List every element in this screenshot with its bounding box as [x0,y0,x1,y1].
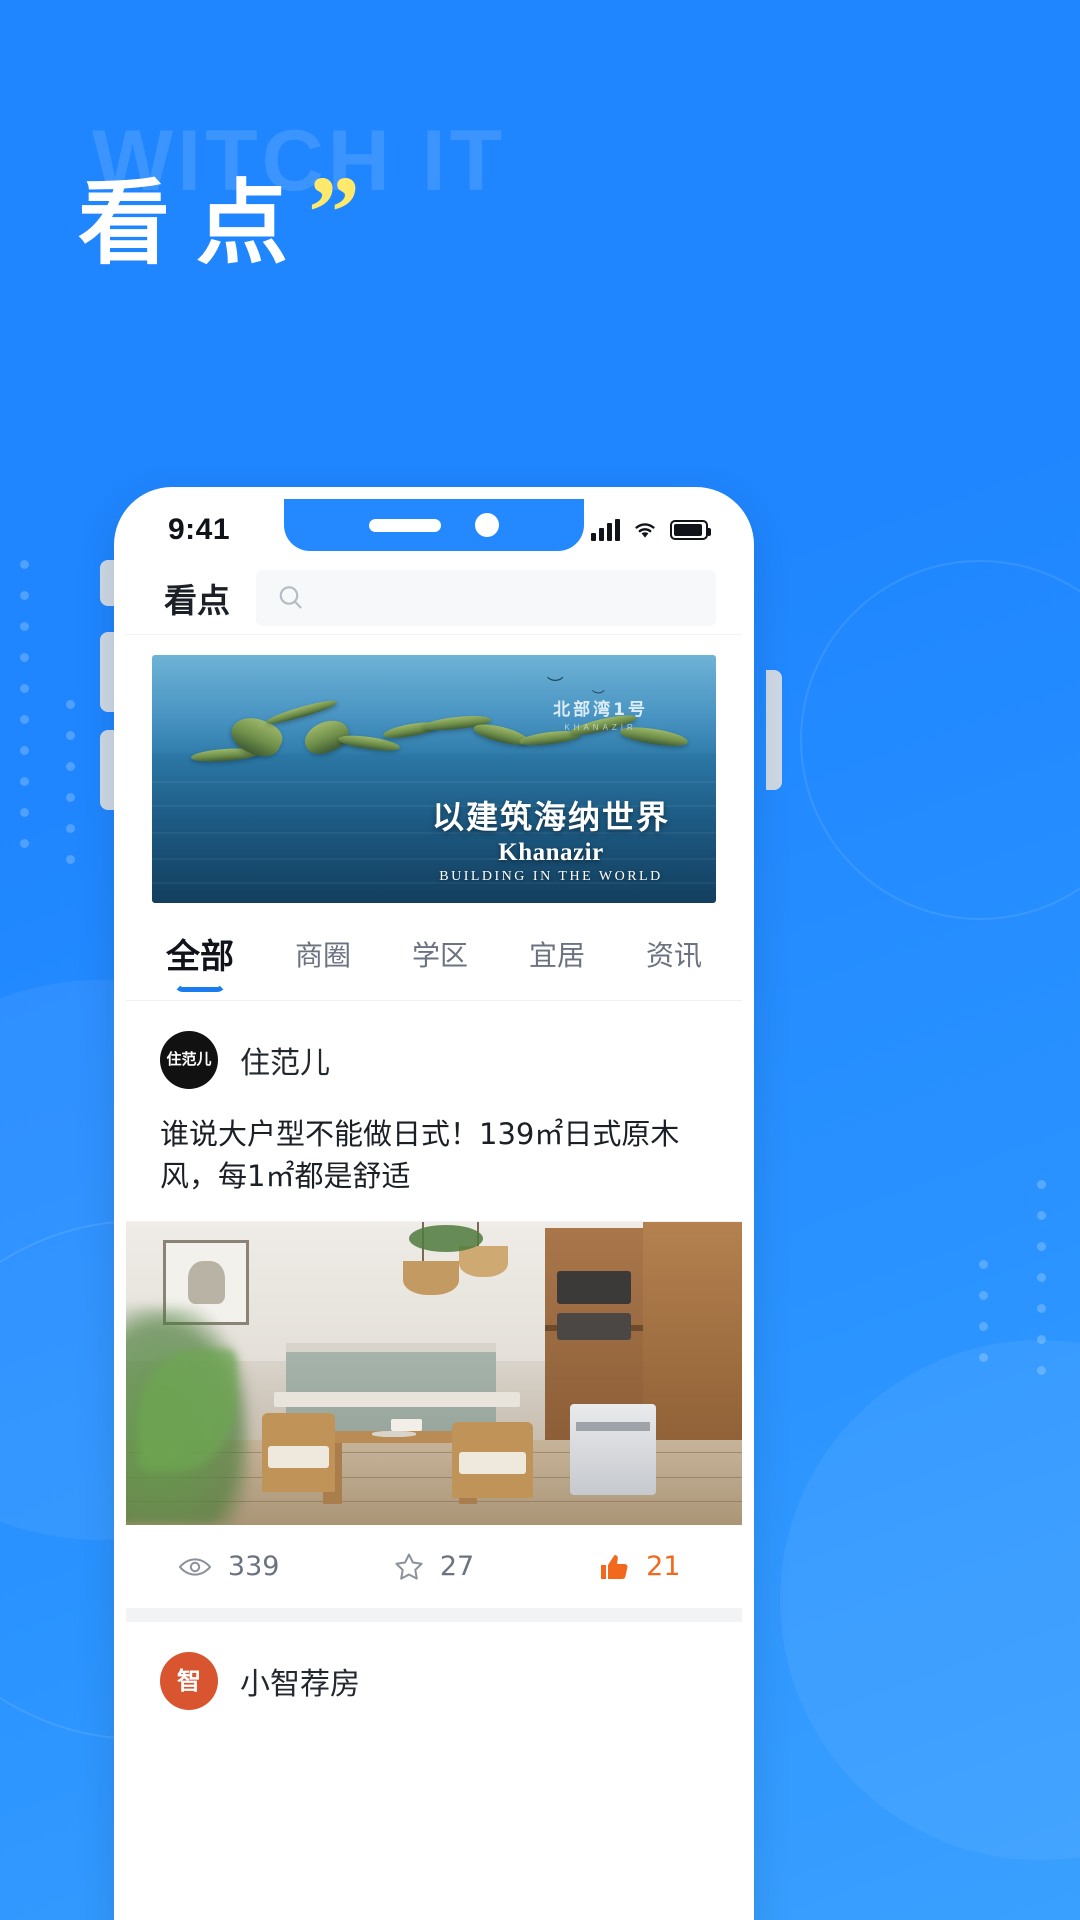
decorative-dots [20,560,29,870]
decorative-dots [1037,1180,1046,1397]
banner-logo-cn: 北部湾1号 [553,700,648,720]
tab-school-district[interactable]: 学区 [406,934,474,996]
tab-label: 商圈 [294,938,351,972]
avatar[interactable]: 智 [160,1652,218,1711]
star-icon [395,1553,423,1580]
eye-icon [178,1557,212,1576]
promo-headline-group: WITCH IT 看点 ” [78,118,502,277]
earpiece-speaker [369,518,441,532]
views-stat[interactable]: 339 [126,1551,331,1582]
views-count: 339 [227,1551,280,1583]
category-tabs: 全部 商圈 学区 宜居 资讯 [126,903,742,1001]
tab-label: 学区 [411,938,468,972]
banner-slogan: 以建筑海纳世界 [431,798,670,836]
likes-count: 21 [646,1551,681,1583]
app-title: 看点 [164,580,230,620]
avatar[interactable]: 住范儿 [160,1031,218,1089]
search-icon [279,585,302,608]
search-input[interactable] [318,583,696,612]
phone-screen: 9:41 看点 ︶ ︶ 北部湾1号 KHANAZIR 以建筑海纳世界 Khana… [126,499,742,1920]
author-name[interactable]: 住范儿 [240,1038,330,1082]
article-feed: 住范儿 住范儿 谁说大户型不能做日式！139㎡日式原木风，每1㎡都是舒适 339… [126,1001,742,1717]
tab-news[interactable]: 资讯 [640,934,708,996]
phone-mockup: 9:41 看点 ︶ ︶ 北部湾1号 KHANAZIR 以建筑海纳世界 Khana… [114,487,754,1920]
tab-label: 全部 [166,937,234,977]
status-time: 9:41 [168,513,231,546]
tab-business-district[interactable]: 商圈 [289,934,357,996]
promo-banner[interactable]: ︶ ︶ 北部湾1号 KHANAZIR 以建筑海纳世界 Khanazir BUIL… [152,655,716,903]
decorative-dots [66,700,75,886]
phone-notch [284,499,584,551]
card-stats: 339 27 21 [126,1525,742,1609]
banner-logo: 北部湾1号 KHANAZIR [553,695,648,732]
app-nav-bar: 看点 [126,561,742,635]
bird-icon: ︶ [546,676,564,696]
quote-mark-icon: ” [308,155,361,270]
decorative-dots [979,1260,988,1384]
tab-livable[interactable]: 宜居 [523,934,591,996]
interior-photo [126,1222,742,1526]
article-title[interactable]: 谁说大户型不能做日式！139㎡日式原木风，每1㎡都是舒适 [126,1095,742,1221]
banner-text-block: 以建筑海纳世界 Khanazir BUILDING IN THE WORLD [432,792,670,885]
tab-active-indicator [174,983,226,992]
wifi-icon [635,523,655,538]
article-thumbnail[interactable] [126,1221,742,1526]
tab-label: 资讯 [645,938,702,972]
banner-logo-sub: KHANAZIR [564,723,637,732]
banner-section: ︶ ︶ 北部湾1号 KHANAZIR 以建筑海纳世界 Khanazir BUIL… [126,635,742,903]
card-header: 住范儿 住范儿 [126,1001,742,1095]
thumbs-up-icon [601,1554,628,1579]
cellular-signal-icon [591,519,620,541]
feed-card[interactable]: 智 小智荐房 [126,1622,742,1717]
tab-all[interactable]: 全部 [160,929,240,1000]
author-name[interactable]: 小智荐房 [240,1659,360,1703]
decorative-ring [800,560,1080,920]
decorative-blob [780,1340,1080,1860]
headline-row: 看点 ” [78,160,360,277]
power-button[interactable] [766,670,782,790]
stars-count: 27 [439,1551,475,1583]
battery-full-icon [670,520,711,540]
likes-stat[interactable]: 21 [537,1551,742,1582]
status-icons [591,519,711,541]
status-bar: 9:41 [126,499,742,561]
front-camera-icon [475,513,499,537]
feed-card[interactable]: 住范儿 住范儿 谁说大户型不能做日式！139㎡日式原木风，每1㎡都是舒适 339… [126,1001,742,1609]
banner-brand-en: BUILDING IN THE WORLD [439,869,663,884]
tab-label: 宜居 [528,938,585,972]
stars-stat[interactable]: 27 [331,1551,536,1582]
card-header: 智 小智荐房 [126,1622,742,1716]
banner-brand: Khanazir [498,839,604,866]
page-title: 看点 [78,170,315,277]
search-box[interactable] [256,569,716,626]
